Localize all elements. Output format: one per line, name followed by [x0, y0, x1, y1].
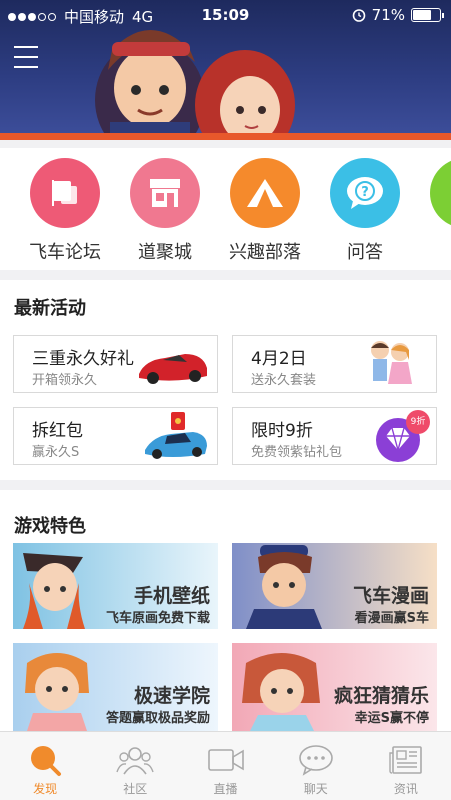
activity-title: 拆红包: [32, 421, 83, 441]
tab-discover[interactable]: 发现: [0, 732, 90, 800]
tab-label: 社区: [123, 782, 148, 796]
question-bubble-icon: ?: [330, 158, 400, 228]
quick-entry-qa[interactable]: ? 问答: [315, 158, 415, 264]
feature-character-art: [242, 653, 320, 731]
section-title: 游戏特色: [14, 516, 86, 537]
activity-subtitle: 开箱领永久: [32, 373, 98, 388]
feature-card[interactable]: 手机壁纸 飞车原画免费下载: [13, 543, 218, 629]
tab-news[interactable]: 资讯: [361, 732, 451, 800]
feature-character-art: [25, 653, 89, 731]
features-section: 游戏特色 手机壁纸 飞车原画免费下载 飞车漫画 看漫画赢S车 极速学院 答题赢取…: [0, 490, 451, 731]
quick-entry-label: 道聚城: [138, 242, 192, 263]
community-people-icon: [116, 747, 154, 775]
activity-card[interactable]: 限时9折 免费领紫钻礼包 9折: [232, 407, 437, 465]
banner-accent-stripe: [0, 133, 451, 140]
alarm-icon: [352, 9, 365, 22]
status-bar: 中国移动 4G 15:09 71%: [0, 0, 451, 30]
news-icon: [389, 746, 422, 774]
tab-chat[interactable]: 聊天: [271, 732, 361, 800]
quick-entry-row: 飞车论坛 道聚城 兴趣部落 ? 问答: [0, 148, 451, 270]
feature-subtitle: 看漫画赢S车: [354, 611, 429, 626]
activity-title: 限时9折: [251, 421, 313, 441]
tab-label: 直播: [213, 782, 238, 796]
feature-title: 飞车漫画: [352, 585, 429, 607]
quick-entry-label: 飞车论坛: [29, 242, 101, 263]
quick-entry-shop[interactable]: 道聚城: [115, 158, 215, 264]
quick-entry-tribe[interactable]: 兴趣部落: [215, 158, 315, 264]
tent-icon: [230, 158, 300, 228]
video-camera-icon: [207, 749, 244, 771]
feature-card[interactable]: 飞车漫画 看漫画赢S车: [232, 543, 437, 629]
chat-bubble-icon: [298, 745, 333, 776]
feature-title: 疯狂猜猜乐: [333, 685, 429, 707]
discover-search-icon: [31, 746, 62, 776]
shop-icon: [130, 158, 200, 228]
battery-percent: 71%: [371, 6, 405, 24]
couple-characters-image: [371, 341, 412, 384]
tab-community[interactable]: 社区: [90, 732, 180, 800]
feature-subtitle: 答题赢取极品奖励: [105, 711, 210, 726]
battery-icon: [411, 8, 444, 22]
activity-subtitle: 免费领紫钻礼包: [251, 445, 343, 460]
activity-title: 4月2日: [251, 349, 307, 369]
discount-badge: 9折: [406, 410, 430, 434]
activity-card[interactable]: 拆红包 赢永久S: [13, 407, 218, 465]
quick-entry-forum[interactable]: 飞车论坛: [15, 158, 115, 264]
activity-subtitle: 送永久套装: [251, 373, 317, 388]
activities-section: 最新活动 三重永久好礼 开箱领永久 4月2日 送永久套装 拆红包 赢永久S 限时: [0, 280, 451, 480]
hamburger-menu-icon[interactable]: [14, 46, 38, 68]
svg-text:?: ?: [361, 185, 369, 200]
feature-title: 手机壁纸: [133, 585, 210, 607]
feature-card[interactable]: 极速学院 答题赢取极品奖励: [13, 643, 218, 731]
red-packet-car-image: [145, 412, 207, 459]
feature-card[interactable]: 疯狂猜猜乐 幸运S赢不停: [232, 643, 437, 731]
tab-label: 发现: [33, 782, 58, 796]
activity-card[interactable]: 三重永久好礼 开箱领永久: [13, 335, 218, 393]
activity-title: 三重永久好礼: [32, 349, 134, 369]
tab-label: 资讯: [393, 782, 418, 796]
feature-subtitle: 幸运S赢不停: [354, 711, 429, 726]
forum-flag-icon: [30, 158, 100, 228]
partial-green-icon: [430, 158, 451, 228]
quick-entry-partial[interactable]: [415, 158, 451, 238]
red-race-car-image: [139, 354, 207, 384]
activity-card[interactable]: 4月2日 送永久套装: [232, 335, 437, 393]
activity-subtitle: 赢永久S: [32, 445, 80, 460]
section-title: 最新活动: [14, 298, 86, 319]
tab-live[interactable]: 直播: [180, 732, 270, 800]
bottom-tab-bar: 发现 社区 直播 聊天 资讯: [0, 731, 451, 800]
quick-entry-label: 兴趣部落: [229, 242, 301, 263]
feature-subtitle: 飞车原画免费下载: [105, 611, 210, 626]
feature-character-art: [23, 553, 85, 629]
tab-label: 聊天: [303, 782, 328, 796]
quick-entry-label: 问答: [347, 242, 383, 263]
feature-character-art: [246, 545, 322, 629]
feature-title: 极速学院: [133, 685, 210, 707]
